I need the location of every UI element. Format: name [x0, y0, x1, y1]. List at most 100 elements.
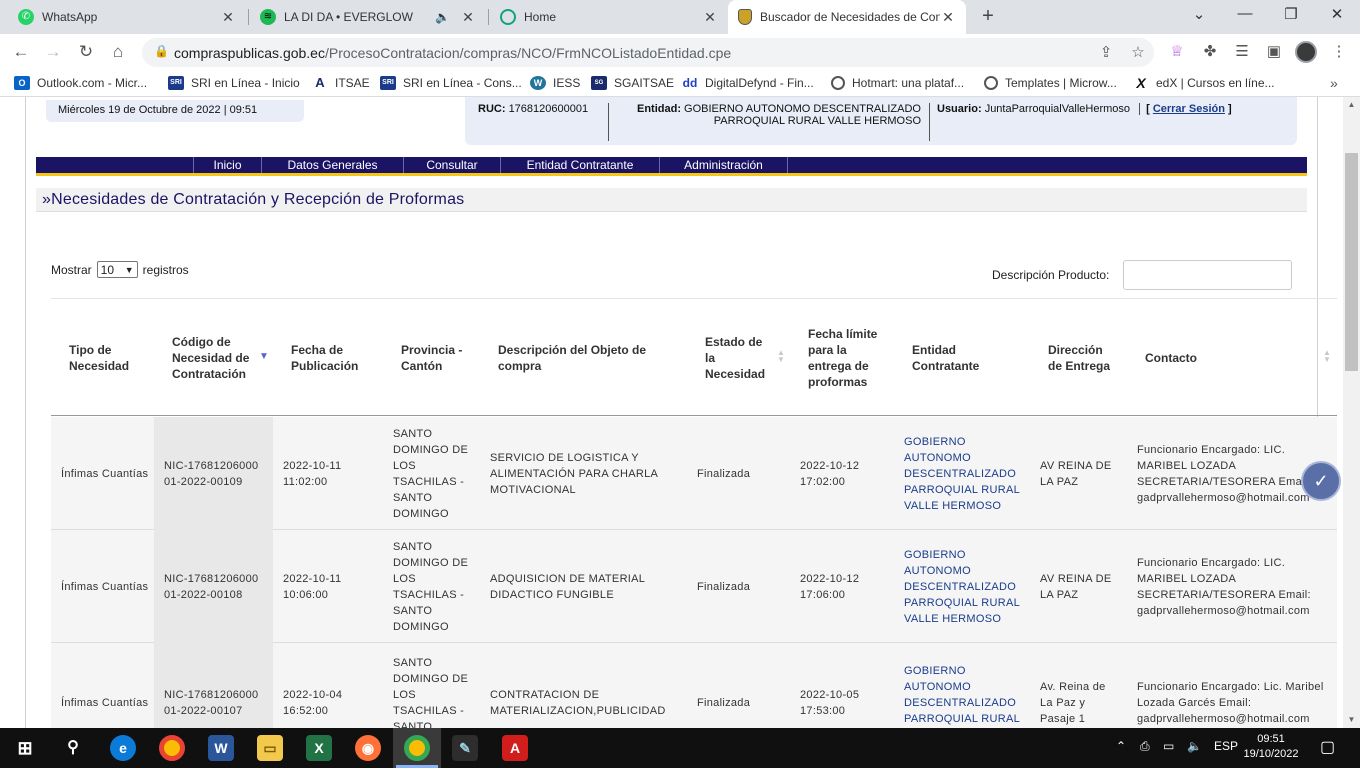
- col-entidad-contratante[interactable]: Entidad Contratante: [894, 299, 1030, 417]
- close-icon[interactable]: ✕: [460, 9, 476, 26]
- chrome-icon[interactable]: [159, 735, 185, 761]
- menu-consultar[interactable]: Consultar: [404, 157, 501, 173]
- col-provincia-canton[interactable]: Provincia - Cantón: [383, 299, 480, 417]
- entidad-link[interactable]: GOBIERNO AUTONOMO DESCENTRALIZADO PARROQ…: [904, 434, 1024, 514]
- extension-crown-icon[interactable]: ♕: [1166, 42, 1188, 60]
- paint-icon[interactable]: ✎: [452, 735, 478, 761]
- col-tipo-necesidad[interactable]: Tipo de Necesidad: [51, 299, 154, 417]
- cell-entidad[interactable]: GOBIERNO AUTONOMO DESCENTRALIZADO PARROQ…: [894, 530, 1030, 643]
- bookmark-templates[interactable]: Templates | Microw...: [984, 76, 1117, 90]
- close-icon[interactable]: ✕: [940, 9, 956, 26]
- chrome-profile-icon[interactable]: [404, 735, 430, 761]
- cell-entidad[interactable]: GOBIERNO AUTONOMO DESCENTRALIZADO PARROQ…: [894, 643, 1030, 728]
- cell-codigo: NIC-1768120600001-2022-00109: [154, 417, 273, 530]
- excel-icon[interactable]: X: [306, 735, 332, 761]
- url-bar[interactable]: 🔒 compraspublicas.gob.ec/ProcesoContrata…: [142, 38, 1154, 67]
- page-length-select[interactable]: 10 ▼: [96, 261, 138, 278]
- chevron-down-icon: ▼: [124, 264, 134, 275]
- forward-button[interactable]: →: [42, 42, 64, 62]
- acrobat-icon[interactable]: A: [502, 735, 528, 761]
- cell-fecha: 2022-10-11 11:02:00: [273, 417, 383, 530]
- tab-search-icon[interactable]: ⌄: [1186, 5, 1212, 23]
- menu-entidad-contratante[interactable]: Entidad Contratante: [501, 157, 660, 173]
- bookmark-hotmart[interactable]: Hotmart: una plataf...: [831, 76, 964, 90]
- col-contacto[interactable]: Contacto ▲ ▼: [1127, 299, 1337, 417]
- edge-icon[interactable]: e: [110, 735, 136, 761]
- menu-inicio[interactable]: Inicio: [193, 157, 262, 173]
- windows-start-icon[interactable]: ⊞: [12, 735, 38, 761]
- notifications-icon[interactable]: ▢: [1320, 737, 1335, 757]
- side-panel-icon[interactable]: ▣: [1263, 42, 1285, 60]
- extensions-puzzle-icon[interactable]: ✤: [1199, 42, 1221, 60]
- home-button[interactable]: ⌂: [107, 42, 129, 62]
- menu-administracion[interactable]: Administración: [660, 157, 788, 173]
- firefox-icon[interactable]: ◉: [355, 735, 381, 761]
- url-text[interactable]: compraspublicas.gob.ec/ProcesoContrataci…: [174, 45, 731, 61]
- network-icon[interactable]: ▭: [1163, 739, 1174, 753]
- more-menu-icon[interactable]: ⋮: [1328, 42, 1350, 60]
- close-icon[interactable]: ✕: [220, 9, 236, 26]
- page-scrollbar[interactable]: ▲ ▼: [1343, 97, 1360, 728]
- share-icon[interactable]: ⇪: [1096, 43, 1116, 61]
- whatsapp-icon: ✆: [18, 9, 34, 25]
- table-row[interactable]: Ínfimas Cuantías NIC-1768120600001-2022-…: [51, 530, 1337, 643]
- file-explorer-icon[interactable]: ▭: [257, 735, 283, 761]
- logout-link[interactable]: Cerrar Sesión: [1153, 103, 1225, 115]
- scroll-down-icon[interactable]: ▼: [1343, 715, 1360, 724]
- col-codigo-necesidad[interactable]: Código de Necesidad de Contratación ▼: [154, 299, 273, 417]
- bookmark-sri-cons[interactable]: SRI SRI en Línea - Cons...: [380, 76, 522, 90]
- speaker-icon[interactable]: 🔈: [435, 10, 450, 24]
- volume-icon[interactable]: 🔈: [1187, 739, 1202, 753]
- entidad-link[interactable]: GOBIERNO AUTONOMO DESCENTRALIZADO PARROQ…: [904, 663, 1024, 728]
- tab-spotify[interactable]: ≋ LA DI DA • EVERGLOW 🔈 ✕: [250, 0, 486, 34]
- word-icon[interactable]: W: [208, 735, 234, 761]
- bookmark-outlook[interactable]: O Outlook.com - Micr...: [14, 76, 147, 90]
- entidad-link[interactable]: GOBIERNO AUTONOMO DESCENTRALIZADO PARROQ…: [904, 547, 1024, 627]
- table-row[interactable]: Ínfimas Cuantías NIC-1768120600001-2022-…: [51, 643, 1337, 728]
- bookmark-sri-inicio[interactable]: SRI SRI en Línea - Inicio: [168, 76, 300, 90]
- bookmark-label: ITSAE: [335, 76, 370, 90]
- restore-button[interactable]: ❐: [1278, 5, 1304, 23]
- search-icon[interactable]: ⚲: [60, 735, 86, 761]
- bookmark-star-icon[interactable]: ☆: [1128, 43, 1148, 61]
- scroll-up-icon[interactable]: ▲: [1343, 100, 1360, 109]
- col-fecha-publicacion[interactable]: Fecha de Publicación: [273, 299, 383, 417]
- col-fecha-limite[interactable]: Fecha límite para la entrega de proforma…: [790, 299, 894, 417]
- device-icon[interactable]: ⎙: [1140, 739, 1150, 754]
- records-label: registros: [142, 262, 189, 277]
- media-playlist-icon[interactable]: ☰: [1231, 42, 1253, 60]
- chevron-up-icon[interactable]: ⌃: [1116, 739, 1126, 753]
- bookmark-sgaitsae[interactable]: SG SGAITSAE: [591, 76, 674, 90]
- bookmark-edx[interactable]: XedX | Cursos en líne...: [1133, 76, 1275, 90]
- tab-buscador[interactable]: Buscador de Necesidades de Con ✕: [728, 0, 966, 34]
- table-row[interactable]: Ínfimas Cuantías NIC-1768120600001-2022-…: [51, 417, 1337, 530]
- lock-icon[interactable]: 🔒: [154, 44, 169, 58]
- bookmark-iess[interactable]: W IESS: [530, 76, 580, 90]
- reload-button[interactable]: ↻: [75, 42, 97, 62]
- globe-icon: [984, 76, 998, 90]
- accessibility-button[interactable]: ✓: [1301, 461, 1341, 501]
- close-icon[interactable]: ✕: [702, 9, 718, 26]
- menu-datos-generales[interactable]: Datos Generales: [262, 157, 404, 173]
- bookmark-itsae[interactable]: A ITSAE: [312, 76, 370, 90]
- cell-text: CONTRATACION DE MATERIALIZACION,PUBLICID…: [490, 689, 666, 717]
- new-tab-button[interactable]: +: [978, 5, 998, 28]
- scrollbar-thumb[interactable]: [1345, 153, 1358, 371]
- col-descripcion-objeto[interactable]: Descripción del Objeto de compra: [480, 299, 687, 417]
- col-direccion-entrega[interactable]: Dirección de Entrega: [1030, 299, 1127, 417]
- close-window-button[interactable]: ✕: [1324, 5, 1350, 23]
- profile-avatar[interactable]: [1295, 41, 1317, 63]
- bookmarks-overflow-icon[interactable]: »: [1330, 75, 1338, 91]
- globe-icon: [831, 76, 845, 90]
- descripcion-producto-input[interactable]: [1123, 260, 1292, 290]
- back-button[interactable]: ←: [10, 42, 32, 62]
- tab-home[interactable]: Home ✕: [490, 0, 728, 34]
- system-clock[interactable]: 09:51 19/10/2022: [1240, 732, 1302, 762]
- sort-icon: ▲ ▼: [1323, 348, 1331, 364]
- col-estado-necesidad[interactable]: Estado de la Necesidad ▲ ▼: [687, 299, 790, 417]
- minimize-button[interactable]: —: [1232, 5, 1258, 22]
- tab-whatsapp[interactable]: ✆ WhatsApp ✕: [8, 0, 246, 34]
- bookmark-digitaldefynd[interactable]: dd DigitalDefynd - Fin...: [682, 76, 814, 90]
- cell-entidad[interactable]: GOBIERNO AUTONOMO DESCENTRALIZADO PARROQ…: [894, 417, 1030, 530]
- language-indicator[interactable]: ESP: [1214, 739, 1238, 753]
